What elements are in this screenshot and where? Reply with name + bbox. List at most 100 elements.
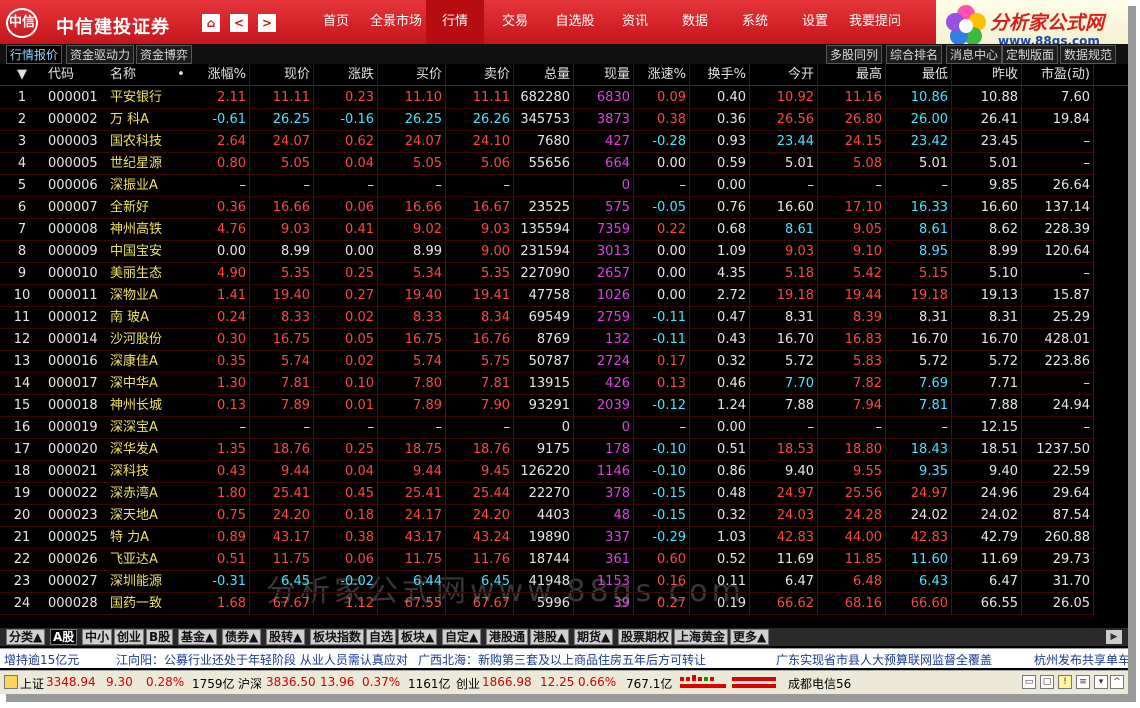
column-header-17[interactable]: 市盈(动) xyxy=(1022,64,1094,86)
column-header-13[interactable]: 今开 xyxy=(750,64,818,86)
table-row[interactable]: 8 000009 中国宝安 0.00 8.99 0.00 8.99 9.00 231594 301… xyxy=(0,241,1095,263)
market-tab-14[interactable]: 期货▲ xyxy=(574,629,614,645)
table-row[interactable]: 5 000006 深振业A – – – – – 0 – 0.00 – – – 9.85 26.64 xyxy=(0,175,1095,197)
table-row[interactable]: 18 000021 深科技 0.43 9.44 0.04 9.44 9.45 126220 114… xyxy=(0,461,1095,483)
column-divider xyxy=(817,64,818,614)
market-tab-17[interactable]: 更多▲ xyxy=(730,629,770,645)
cell-8: 231594 xyxy=(520,244,570,259)
back-button[interactable]: < xyxy=(230,14,248,32)
expand-icon[interactable]: ^ xyxy=(1110,675,1124,689)
market-tab-16[interactable]: 上海黄金 xyxy=(674,629,729,645)
market-tab-8[interactable]: 板块指数 xyxy=(310,629,365,645)
view-button-1[interactable]: 综合排名 xyxy=(886,45,943,64)
menu-item-7[interactable]: 系统 xyxy=(726,0,784,44)
market-tab-13[interactable]: 港股▲ xyxy=(530,629,570,645)
column-header-6[interactable]: 涨跌 xyxy=(314,64,378,86)
column-header-10[interactable]: 现量 xyxy=(574,64,634,86)
column-header-8[interactable]: 卖价 xyxy=(446,64,514,86)
table-row[interactable]: 15 000018 神州长城 0.13 7.89 0.01 7.89 7.90 93291 203… xyxy=(0,395,1095,417)
news-item-3[interactable]: 广东实现省市县人大预算联网监督全覆盖 xyxy=(776,651,992,668)
menu-item-6[interactable]: 数据 xyxy=(664,0,726,44)
cell-14: – xyxy=(941,178,949,193)
minimize-icon[interactable]: ▾ xyxy=(1094,675,1108,689)
table-row[interactable]: 3 000003 国农科技 2.64 24.07 0.62 24.07 24.10 7680 42… xyxy=(0,131,1095,153)
table-row[interactable]: 11 000012 南 玻A 0.24 8.33 0.02 8.33 8.34 69549 275… xyxy=(0,307,1095,329)
table-row[interactable]: 16 000019 深深宝A – – – – – 0 0 – 0.00 – – – 12.15 – xyxy=(0,417,1095,439)
scroll-right-arrow[interactable]: ▶ xyxy=(1106,630,1122,644)
column-header-11[interactable]: 涨速% xyxy=(634,64,690,86)
menu-item-3[interactable]: 交易 xyxy=(486,0,544,44)
table-row[interactable]: 12 000014 沙河股份 0.30 16.75 0.05 16.75 16.76 8769 1… xyxy=(0,329,1095,351)
view-button-3[interactable]: 定制版面 xyxy=(1002,45,1059,64)
window-icon[interactable]: ▢ xyxy=(1040,675,1054,689)
market-tab-15[interactable]: 股票期权 xyxy=(618,629,673,645)
lock-icon[interactable]: ≡ xyxy=(1076,675,1090,689)
news-item-0[interactable]: 增持逾15亿元 xyxy=(4,651,79,668)
news-item-4[interactable]: 杭州发布共享单车 xyxy=(1034,651,1128,668)
market-tab-1[interactable]: A股 xyxy=(50,629,78,645)
menu-item-0[interactable]: 首页 xyxy=(312,0,360,44)
market-tab-11[interactable]: 自定▲ xyxy=(442,629,482,645)
market-tab-5[interactable]: 基金▲ xyxy=(178,629,218,645)
market-tab-10[interactable]: 板块▲ xyxy=(398,629,438,645)
table-row[interactable]: 10 000011 深物业A 1.41 19.40 0.27 19.40 19.41 47758… xyxy=(0,285,1095,307)
alert-icon[interactable]: ! xyxy=(1058,675,1072,689)
cy-amount: 767.1亿 xyxy=(626,677,673,691)
market-tab-6[interactable]: 债券▲ xyxy=(222,629,262,645)
column-header-1[interactable]: 代码 xyxy=(44,64,106,86)
news-item-1[interactable]: 江向阳：公募行业还处于年轻阶段 从业人员需认真应对 xyxy=(116,651,408,668)
subtab-1[interactable]: 资金驱动力 xyxy=(66,45,135,64)
cell-8: 345753 xyxy=(520,112,570,127)
column-header-4[interactable]: 涨幅% xyxy=(188,64,250,86)
cell-8: 227090 xyxy=(520,266,570,281)
table-row[interactable]: 7 000008 神州高铁 4.76 9.03 0.41 9.02 9.03 135594 735… xyxy=(0,219,1095,241)
table-row[interactable]: 2 000002 万 科A -0.61 26.25 -0.16 26.25 26.26 3457… xyxy=(0,109,1095,131)
cell-8: 93291 xyxy=(528,398,570,413)
table-row[interactable]: 4 000005 世纪星源 0.80 5.05 0.04 5.05 5.06 55656 664 0… xyxy=(0,153,1095,175)
table-row[interactable]: 20 000023 深天地A 0.75 24.20 0.18 24.17 24.20 4403 4… xyxy=(0,505,1095,527)
market-tab-3[interactable]: 创业 xyxy=(114,629,145,645)
cell-12: 16.70 xyxy=(776,332,814,347)
layout-icon[interactable]: ▭ xyxy=(1022,675,1036,689)
column-header-3[interactable]: • xyxy=(174,64,188,86)
column-header-16[interactable]: 昨收 xyxy=(952,64,1022,86)
column-header-5[interactable]: 现价 xyxy=(250,64,314,86)
menu-item-8[interactable]: 设置 xyxy=(786,0,844,44)
column-header-9[interactable]: 总量 xyxy=(514,64,574,86)
table-row[interactable]: 21 000025 特 力A 0.89 43.17 0.38 43.17 43.24 19890… xyxy=(0,527,1095,549)
menu-item-4[interactable]: 自选股 xyxy=(548,0,602,44)
menu-item-1[interactable]: 全景市场 xyxy=(364,0,428,44)
subtab-0[interactable]: 行情报价 xyxy=(6,45,63,64)
market-tab-9[interactable]: 自选 xyxy=(366,629,397,645)
market-tab-0[interactable]: 分类▲ xyxy=(6,629,46,645)
forward-button[interactable]: > xyxy=(258,14,276,32)
home-icon[interactable]: ⌂ xyxy=(202,14,220,32)
table-row[interactable]: 1 000001 平安银行 2.11 11.11 0.23 11.10 11.11 682280… xyxy=(0,87,1095,109)
column-header-12[interactable]: 换手% xyxy=(690,64,750,86)
market-tab-4[interactable]: B股 xyxy=(146,629,174,645)
view-button-0[interactable]: 多股同列 xyxy=(826,45,883,64)
column-header-15[interactable]: 最低 xyxy=(886,64,952,86)
menu-item-5[interactable]: 资讯 xyxy=(608,0,662,44)
table-row[interactable]: 9 000010 美丽生态 4.90 5.35 0.25 5.34 5.35 227090 265… xyxy=(0,263,1095,285)
table-row[interactable]: 14 000017 深中华A 1.30 7.81 0.10 7.80 7.81 13915 426… xyxy=(0,373,1095,395)
menu-item-2[interactable]: 行情 xyxy=(426,0,484,44)
news-item-2[interactable]: 广西北海：新购第三套及以上商品住房五年后方可转让 xyxy=(418,651,706,668)
cell-3: 0.80 xyxy=(217,156,246,171)
column-header-14[interactable]: 最高 xyxy=(818,64,886,86)
column-header-7[interactable]: 买价 xyxy=(378,64,446,86)
subtab-2[interactable]: 资金博弈 xyxy=(136,45,193,64)
market-tab-2[interactable]: 中小 xyxy=(82,629,113,645)
market-tab-7[interactable]: 股转▲ xyxy=(266,629,306,645)
view-button-2[interactable]: 消息中心 xyxy=(946,45,1003,64)
column-header-0[interactable]: ▼ xyxy=(0,64,44,86)
column-header-2[interactable]: 名称 xyxy=(106,64,174,86)
row-divider xyxy=(0,372,1095,373)
table-row[interactable]: 6 000007 全新好 0.36 16.66 0.06 16.66 16.67 23525 57… xyxy=(0,197,1095,219)
table-row[interactable]: 13 000016 深康佳A 0.35 5.74 0.02 5.74 5.75 50787 272… xyxy=(0,351,1095,373)
menu-item-9[interactable]: 我要提问 xyxy=(844,0,906,44)
view-button-4[interactable]: 数据规范 xyxy=(1060,45,1117,64)
market-tab-12[interactable]: 港股通 xyxy=(486,629,529,645)
table-row[interactable]: 17 000020 深华发A 1.35 18.76 0.25 18.75 18.76 9175 1… xyxy=(0,439,1095,461)
table-row[interactable]: 19 000022 深赤湾A 1.80 25.41 0.45 25.41 25.44 22270… xyxy=(0,483,1095,505)
